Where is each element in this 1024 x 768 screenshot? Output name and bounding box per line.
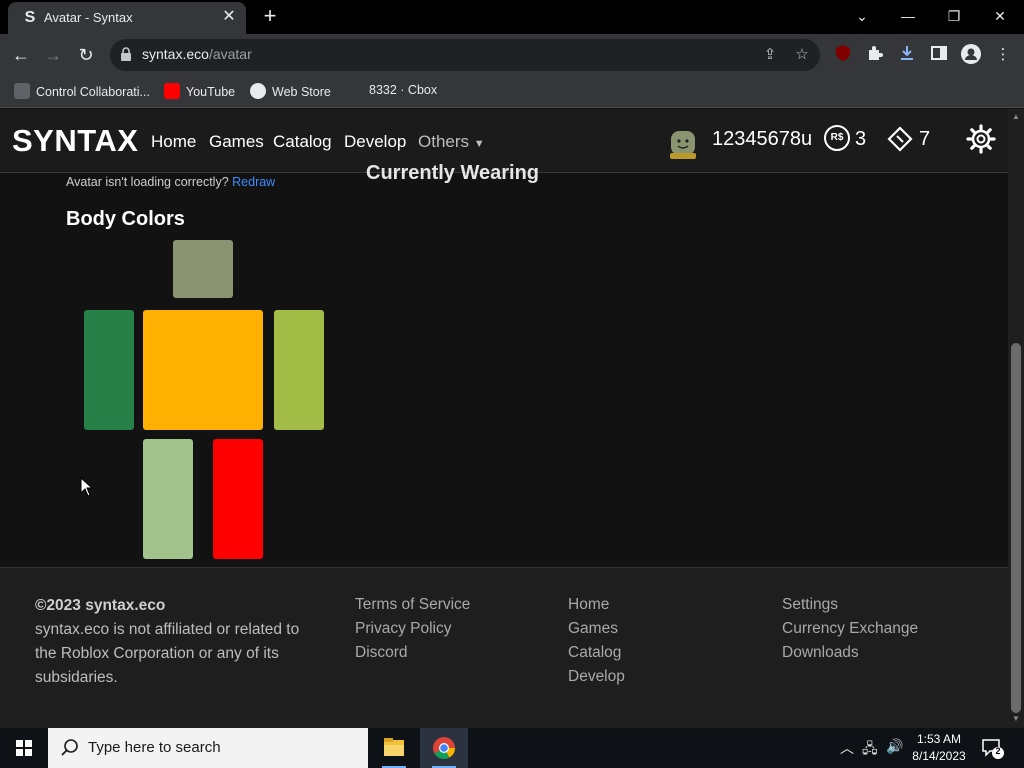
body-color-head[interactable] [173, 240, 233, 298]
site-logo[interactable]: SYNTAX [12, 123, 138, 159]
footer-discord-link[interactable]: Discord [355, 644, 408, 662]
new-tab-button[interactable]: + [258, 5, 282, 29]
browser-tab[interactable]: S Avatar - Syntax ✕ [8, 2, 246, 34]
tab-search-chevron-icon[interactable]: ⌄ [842, 2, 882, 30]
clock-time[interactable]: 1:53 AM [906, 732, 972, 746]
body-color-left-arm[interactable] [84, 310, 134, 430]
disclaimer-line-1: syntax.eco is not affiliated or related … [35, 621, 300, 638]
tickets-balance: 7 [919, 128, 931, 150]
body-colors-heading: Body Colors [66, 208, 185, 230]
username[interactable]: 12345678u [712, 128, 812, 151]
forward-button[interactable]: → [40, 42, 66, 68]
syntax-favicon-icon: S [24, 9, 36, 26]
lock-icon [121, 47, 131, 61]
robux-icon: R$ [824, 125, 850, 151]
windows-taskbar: Type here to search ︿ 🖧 🔊 1:53 AM 8/14/2… [0, 728, 1024, 768]
page-scrollbar[interactable]: ▲ ▼ [1008, 109, 1024, 728]
nav-home[interactable]: Home [151, 132, 196, 152]
file-explorer-icon[interactable] [370, 728, 418, 768]
address-bar[interactable]: syntax.eco/avatar ⇪ ☆ [110, 39, 820, 71]
disclaimer-line-2: the Roblox Corporation or any of its [35, 645, 279, 662]
nav-games[interactable]: Games [209, 132, 264, 152]
network-icon[interactable]: 🖧 [862, 738, 878, 762]
footer-settings-link[interactable]: Settings [782, 596, 838, 614]
body-color-left-leg[interactable] [143, 439, 193, 559]
avatar-page-content: Currently Wearing Avatar isn't loading c… [0, 162, 1008, 567]
close-window-button[interactable]: ✕ [980, 2, 1020, 30]
nav-develop[interactable]: Develop [344, 132, 406, 152]
bookmark-web-store[interactable]: Web Store [250, 83, 331, 99]
download-icon[interactable] [896, 44, 918, 66]
bookmarks-bar: Control Collaborati... YouTube Web Store… [0, 76, 1024, 108]
body-color-right-leg[interactable] [213, 439, 263, 559]
web-store-icon [250, 83, 266, 99]
browser-tab-strip: S Avatar - Syntax ✕ + ⌄ — ❐ ✕ [0, 0, 1024, 34]
bookmark-star-icon[interactable]: ☆ [792, 45, 812, 65]
user-avatar-headshot[interactable] [668, 127, 698, 159]
url-text: syntax.eco/avatar [142, 46, 252, 62]
close-tab-icon[interactable]: ✕ [220, 8, 238, 26]
footer-develop-link[interactable]: Develop [568, 668, 625, 686]
footer-catalog-link[interactable]: Catalog [568, 644, 621, 662]
footer-home-link[interactable]: Home [568, 596, 609, 614]
disclaimer-line-3: subsidaries. [35, 669, 118, 686]
back-button[interactable]: ← [8, 42, 34, 68]
robux-balance: 3 [855, 128, 867, 150]
search-placeholder: Type here to search [88, 739, 221, 756]
side-panel-icon[interactable] [928, 44, 950, 66]
share-icon[interactable]: ⇪ [760, 45, 780, 65]
footer-downloads-link[interactable]: Downloads [782, 644, 859, 662]
browser-toolbar: ← → ↻ syntax.eco/avatar ⇪ ☆ ⋮ [0, 34, 1024, 76]
bookmark-cbox[interactable]: 8332 · Cbox [369, 83, 437, 97]
redraw-link[interactable]: Redraw [232, 175, 275, 189]
ublock-extension-icon[interactable] [832, 44, 854, 66]
mouse-cursor-icon [80, 477, 94, 497]
youtube-icon [164, 83, 180, 99]
scroll-up-arrow-icon[interactable]: ▲ [1012, 113, 1020, 121]
nav-others-dropdown[interactable]: Others ▼ [418, 132, 485, 152]
scroll-down-arrow-icon[interactable]: ▼ [1012, 715, 1020, 723]
footer-terms-link[interactable]: Terms of Service [355, 596, 470, 614]
windows-start-icon[interactable] [0, 728, 48, 768]
tab-title: Avatar - Syntax [44, 10, 133, 25]
profile-avatar-icon[interactable] [960, 44, 982, 66]
footer-currency-exchange-link[interactable]: Currency Exchange [782, 620, 918, 638]
search-icon [61, 739, 78, 756]
reload-button[interactable]: ↻ [73, 42, 99, 68]
notification-center-icon[interactable]: 2 [980, 736, 1004, 760]
extensions-puzzle-icon[interactable] [864, 44, 886, 66]
taskbar-search-box[interactable]: Type here to search [48, 728, 368, 768]
site-footer: ©2023 syntax.eco syntax.eco is not affil… [0, 567, 1008, 728]
body-color-right-arm[interactable] [274, 310, 324, 430]
scrollbar-thumb[interactable] [1011, 343, 1021, 713]
notification-count: 2 [995, 746, 1001, 756]
tickets-icon [887, 126, 913, 152]
bookmark-youtube[interactable]: YouTube [164, 83, 235, 99]
minimize-button[interactable]: — [888, 2, 928, 30]
collaboration-icon [14, 83, 30, 99]
nav-catalog[interactable]: Catalog [273, 132, 332, 152]
show-hidden-icons-chevron-icon[interactable]: ︿ [840, 738, 854, 758]
currently-wearing-heading: Currently Wearing [366, 162, 539, 184]
redraw-note: Avatar isn't loading correctly? Redraw [66, 175, 276, 189]
chrome-menu-icon[interactable]: ⋮ [992, 44, 1014, 66]
volume-icon[interactable]: 🔊 [886, 738, 903, 755]
caret-down-icon: ▼ [473, 138, 485, 150]
bookmark-control-collaboration[interactable]: Control Collaborati... [14, 83, 150, 99]
settings-gear-icon[interactable] [966, 124, 996, 154]
chrome-taskbar-icon[interactable] [420, 728, 468, 768]
footer-games-link[interactable]: Games [568, 620, 618, 638]
body-color-torso[interactable] [143, 310, 263, 430]
footer-privacy-link[interactable]: Privacy Policy [355, 620, 451, 638]
restore-button[interactable]: ❐ [934, 2, 974, 30]
copyright: ©2023 syntax.eco [35, 597, 166, 614]
clock-date[interactable]: 8/14/2023 [906, 749, 972, 763]
